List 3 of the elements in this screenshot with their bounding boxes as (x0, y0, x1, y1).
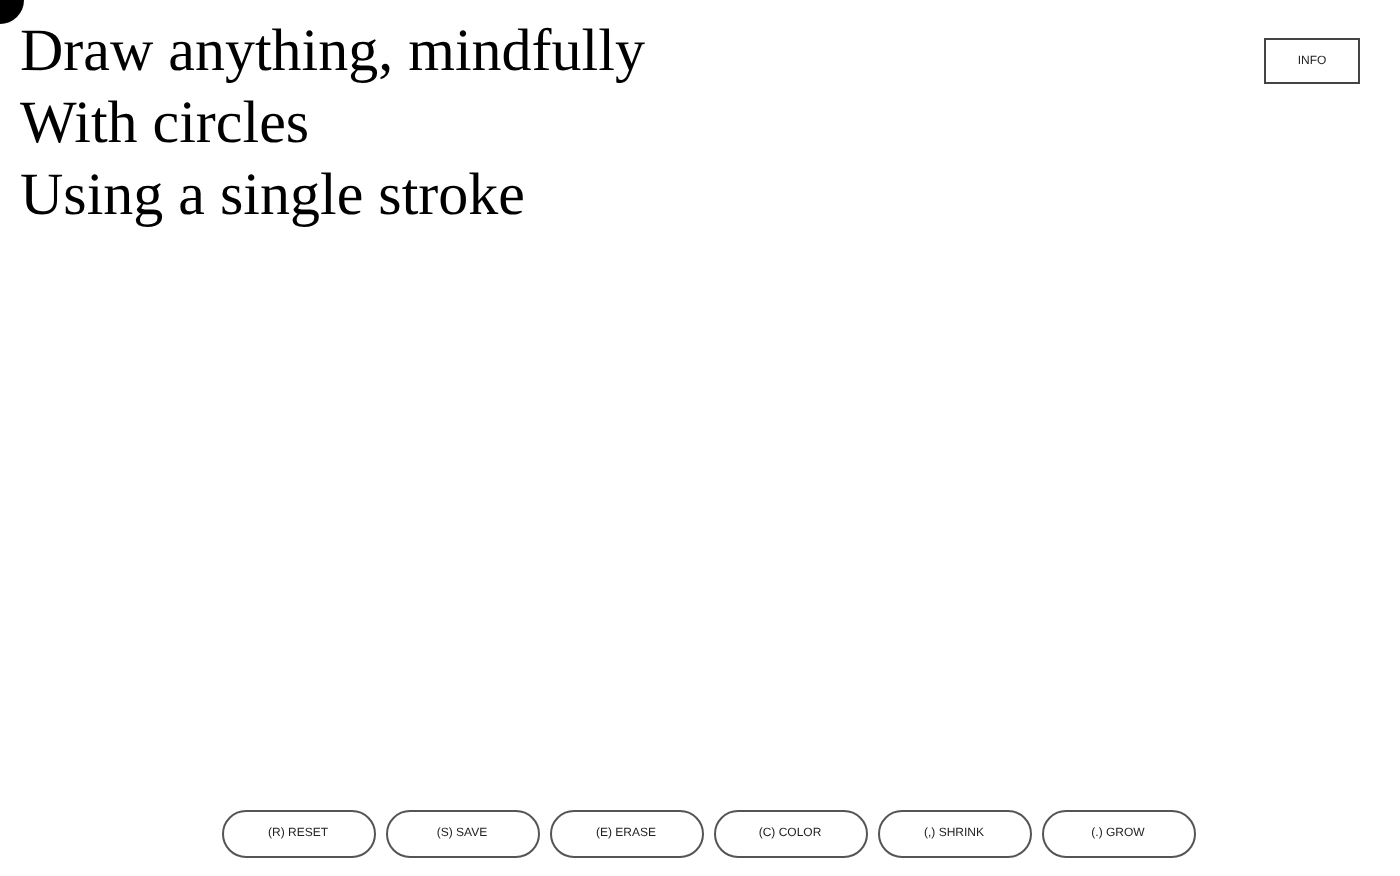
heading-line: With circles (20, 88, 312, 160)
heading-line: Draw anything, mindfully (20, 16, 645, 88)
heading-line: Using a single stroke (20, 160, 527, 232)
